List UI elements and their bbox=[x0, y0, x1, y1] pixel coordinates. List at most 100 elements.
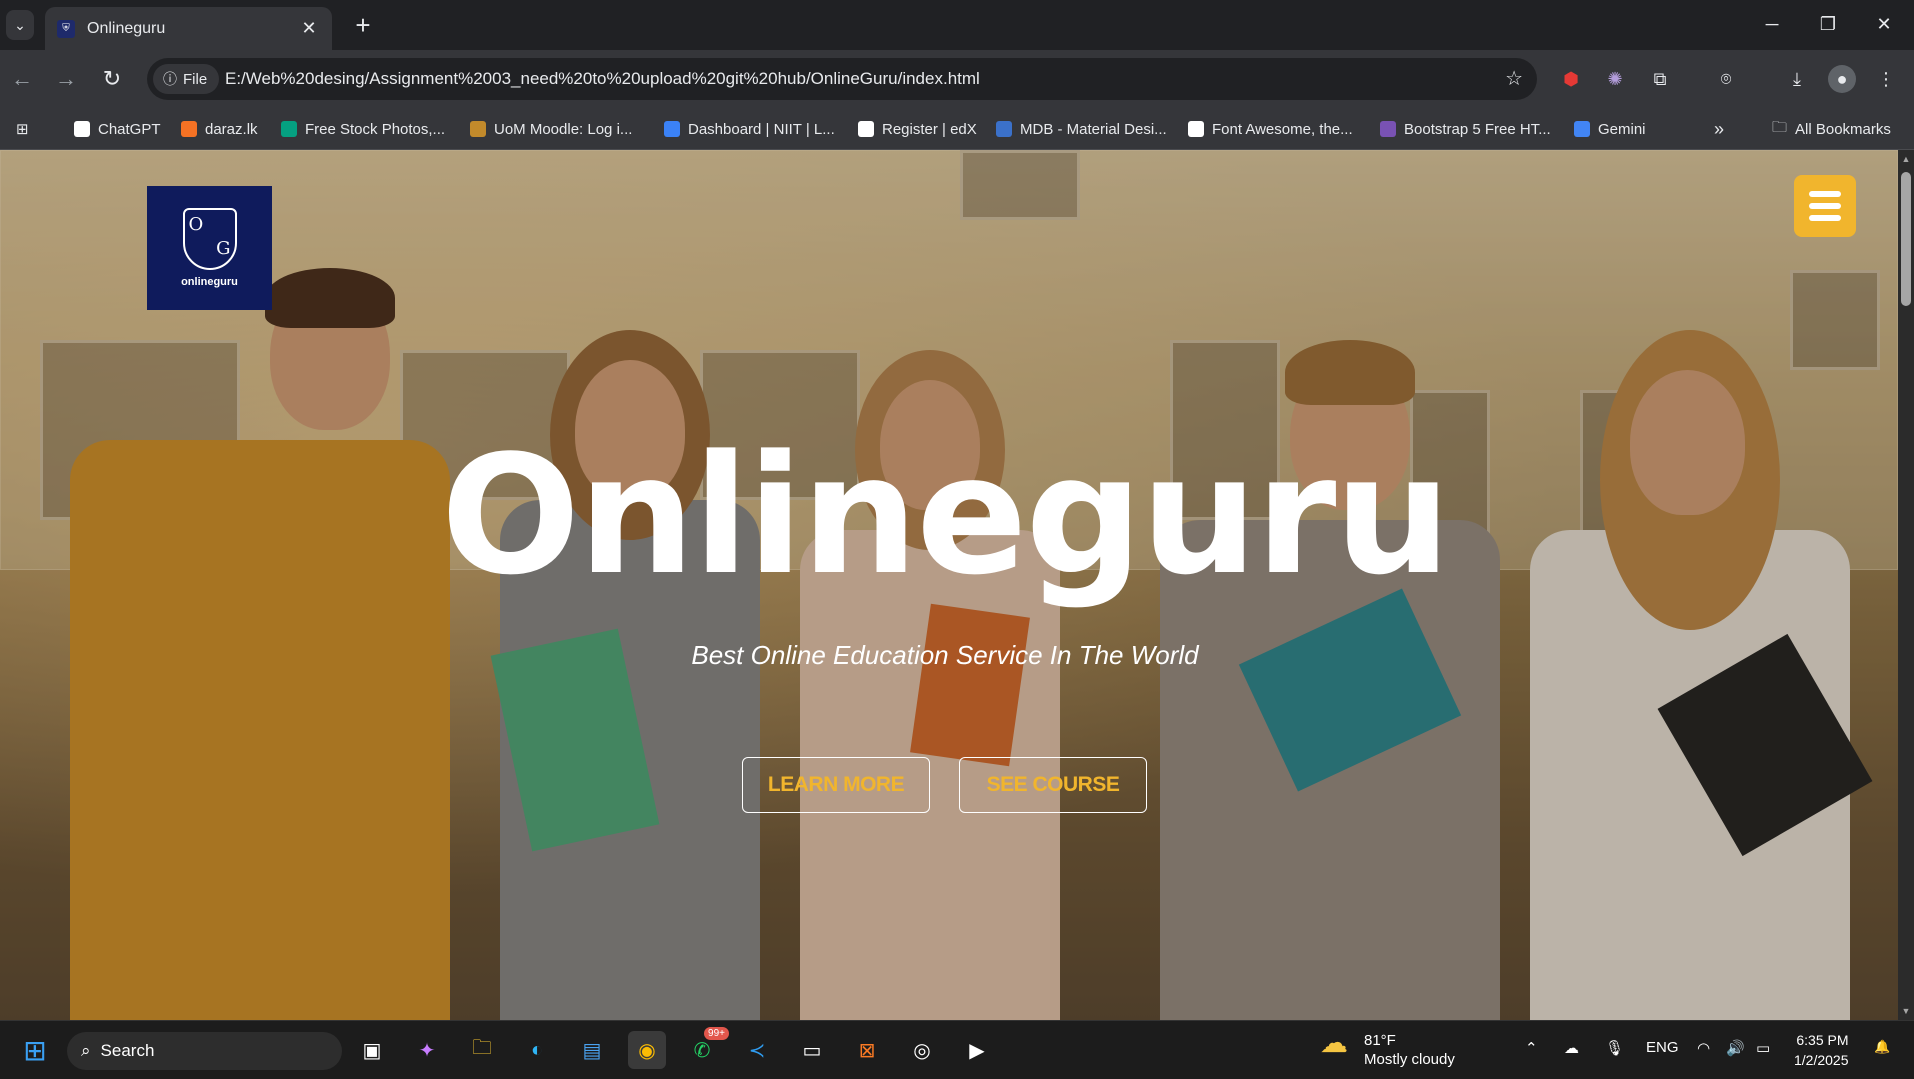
windows-taskbar: ⊞ ⌕ Search ▣ ✦ 🗀 ◐ ▤ ◉ ✆ 99+ ≺ ▭ ⊠ ◎ ▶ ☁… bbox=[0, 1020, 1914, 1079]
bookmark-item[interactable]: MDB - Material Desi... bbox=[996, 118, 1167, 140]
bookmark-label: Font Awesome, the... bbox=[1212, 120, 1353, 138]
profile-avatar[interactable]: ● bbox=[1828, 65, 1856, 93]
weather-widget[interactable]: ☁ 81°F Mostly cloudy bbox=[1320, 1027, 1455, 1069]
back-button[interactable]: ← bbox=[6, 63, 38, 95]
learn-more-button[interactable]: LEARN MORE bbox=[742, 757, 930, 813]
weather-cloud-icon: ☁ bbox=[1320, 1027, 1348, 1058]
tab-favicon-icon: ⛨ bbox=[57, 19, 75, 38]
extension-brain-icon[interactable]: ✺ bbox=[1601, 65, 1629, 93]
bookmark-label: Free Stock Photos,... bbox=[305, 120, 446, 138]
bookmark-item[interactable]: daraz.lk bbox=[181, 118, 258, 140]
microphone-icon[interactable]: 🎙 bbox=[1605, 1039, 1624, 1057]
site-info-chip[interactable]: ⓘ File bbox=[153, 64, 220, 94]
scroll-up-arrow-icon[interactable]: ▲ bbox=[1901, 154, 1911, 164]
obs-icon[interactable]: ◎ bbox=[903, 1031, 941, 1069]
edge-browser-icon[interactable]: ◐ bbox=[518, 1031, 556, 1069]
apps-grid-icon[interactable]: ⊞ bbox=[16, 118, 29, 140]
niit-icon bbox=[664, 121, 680, 137]
bookmark-label: Register | edX bbox=[882, 120, 977, 138]
vscode-icon[interactable]: ≺ bbox=[738, 1031, 776, 1069]
bookmark-label: Bootstrap 5 Free HT... bbox=[1404, 120, 1551, 138]
bookmark-item[interactable]: Gemini bbox=[1574, 118, 1646, 140]
extensions-puzzle-icon[interactable]: ⧉ bbox=[1646, 65, 1674, 93]
scroll-down-arrow-icon[interactable]: ▼ bbox=[1901, 1006, 1911, 1016]
more-bookmarks-chevron-icon[interactable]: » bbox=[1714, 118, 1724, 140]
bookmark-label: ChatGPT bbox=[98, 120, 161, 138]
folder-icon: 🗀 bbox=[1772, 118, 1788, 136]
bookmark-label: daraz.lk bbox=[205, 120, 258, 138]
notification-bell-icon[interactable]: 🔔 bbox=[1874, 1039, 1890, 1055]
minimize-button[interactable]: ─ bbox=[1747, 8, 1797, 40]
windows-start-icon[interactable]: ⊞ bbox=[16, 1031, 54, 1069]
page-viewport: O G onlineguru Onlineguru Best Online Ed… bbox=[0, 150, 1898, 1020]
whatsapp-icon[interactable]: ✆ 99+ bbox=[683, 1027, 729, 1069]
see-course-button[interactable]: SEE COURSE bbox=[959, 757, 1147, 813]
screenshot-icon[interactable]: ⌾ bbox=[1712, 65, 1740, 93]
tab-strip: ⌄ ⛨ Onlineguru ✕ + ─ ❐ ✕ bbox=[0, 0, 1914, 50]
tab-title: Onlineguru bbox=[87, 19, 166, 37]
bookmark-item[interactable]: Font Awesome, the... bbox=[1188, 118, 1353, 140]
bookmark-item[interactable]: Free Stock Photos,... bbox=[281, 118, 445, 140]
file-explorer-icon[interactable]: 🗀 bbox=[463, 1031, 501, 1069]
wifi-icon[interactable]: ◠ bbox=[1697, 1039, 1710, 1057]
info-icon: ⓘ bbox=[163, 71, 177, 87]
clock-date: 1/2/2025 bbox=[1794, 1052, 1849, 1068]
tab-search-button[interactable]: ⌄ bbox=[6, 10, 34, 40]
chrome-icon[interactable]: ◉ bbox=[628, 1031, 666, 1069]
bookmark-star-icon[interactable]: ☆ bbox=[1505, 66, 1523, 91]
download-icon[interactable]: ⤓ bbox=[1783, 65, 1811, 93]
logo-letter-g: G bbox=[216, 238, 231, 259]
copilot-icon[interactable]: ✦ bbox=[408, 1031, 446, 1069]
whatsapp-unread-badge: 99+ bbox=[704, 1027, 729, 1040]
microsoft-store-icon[interactable]: ▤ bbox=[573, 1031, 611, 1069]
bookmark-label: MDB - Material Desi... bbox=[1020, 120, 1167, 138]
battery-icon[interactable]: ▭ bbox=[1756, 1039, 1770, 1057]
scroll-thumb[interactable] bbox=[1901, 172, 1911, 306]
mdb-icon bbox=[996, 121, 1012, 137]
hero-subtitle: Best Online Education Service In The Wor… bbox=[691, 640, 1199, 670]
hamburger-menu-button[interactable] bbox=[1794, 175, 1856, 237]
gemini-icon bbox=[1574, 121, 1590, 137]
taskbar-search[interactable]: ⌕ Search bbox=[67, 1032, 342, 1070]
xampp-icon[interactable]: ⊠ bbox=[848, 1031, 886, 1069]
bookmark-item[interactable]: Register | edX bbox=[858, 118, 977, 140]
site-logo[interactable]: O G onlineguru bbox=[147, 186, 272, 310]
active-tab[interactable]: ⛨ Onlineguru ✕ bbox=[45, 7, 332, 50]
task-view-icon[interactable]: ▣ bbox=[353, 1031, 391, 1069]
logo-text: onlineguru bbox=[181, 276, 238, 288]
tray-chevron-icon[interactable]: ⌃ bbox=[1525, 1039, 1538, 1057]
reload-button[interactable]: ↻ bbox=[96, 63, 128, 95]
terminal-icon[interactable]: ▭ bbox=[793, 1031, 831, 1069]
bookmark-label: Gemini bbox=[1598, 120, 1646, 138]
close-window-button[interactable]: ✕ bbox=[1859, 8, 1909, 40]
weather-condition: Mostly cloudy bbox=[1364, 1051, 1455, 1068]
address-bar[interactable]: ⓘ File E:/Web%20desing/Assignment%2003_n… bbox=[147, 58, 1537, 100]
bookmark-item[interactable]: ChatGPT bbox=[74, 118, 161, 140]
daraz-icon bbox=[181, 121, 197, 137]
menu-kebab-icon[interactable]: ⋮ bbox=[1872, 65, 1900, 93]
onedrive-cloud-icon[interactable]: ☁ bbox=[1564, 1039, 1579, 1057]
bookmark-item[interactable]: Dashboard | NIIT | L... bbox=[664, 118, 835, 140]
bookmark-label: UoM Moodle: Log i... bbox=[494, 120, 633, 138]
media-player-icon[interactable]: ▶ bbox=[958, 1031, 996, 1069]
forward-button[interactable]: → bbox=[50, 63, 82, 95]
system-clock[interactable]: 6:35 PM 1/2/2025 bbox=[1794, 1030, 1849, 1070]
search-icon: ⌕ bbox=[81, 1041, 91, 1060]
new-tab-button[interactable]: + bbox=[348, 10, 378, 40]
language-indicator[interactable]: ENG bbox=[1646, 1039, 1679, 1056]
bookmark-item[interactable]: UoM Moodle: Log i... bbox=[470, 118, 632, 140]
extension-stop-icon[interactable]: ⬢ bbox=[1557, 65, 1585, 93]
edx-icon bbox=[858, 121, 874, 137]
page-scrollbar[interactable]: ▲ ▼ bbox=[1898, 150, 1914, 1020]
restore-button[interactable]: ❐ bbox=[1803, 8, 1853, 40]
all-bookmarks-label: All Bookmarks bbox=[1795, 120, 1891, 138]
url-text: E:/Web%20desing/Assignment%2003_need%20t… bbox=[225, 69, 980, 88]
hero-title: Onlineguru bbox=[440, 420, 1451, 611]
crest-icon: O G bbox=[182, 208, 237, 270]
pexels-icon bbox=[281, 121, 297, 137]
bookmark-item[interactable]: Bootstrap 5 Free HT... bbox=[1380, 118, 1551, 140]
volume-icon[interactable]: 🔊 bbox=[1726, 1039, 1745, 1057]
all-bookmarks-button[interactable]: 🗀 All Bookmarks bbox=[1772, 118, 1891, 140]
moodle-icon bbox=[470, 121, 486, 137]
tab-close-icon[interactable]: ✕ bbox=[298, 18, 320, 39]
